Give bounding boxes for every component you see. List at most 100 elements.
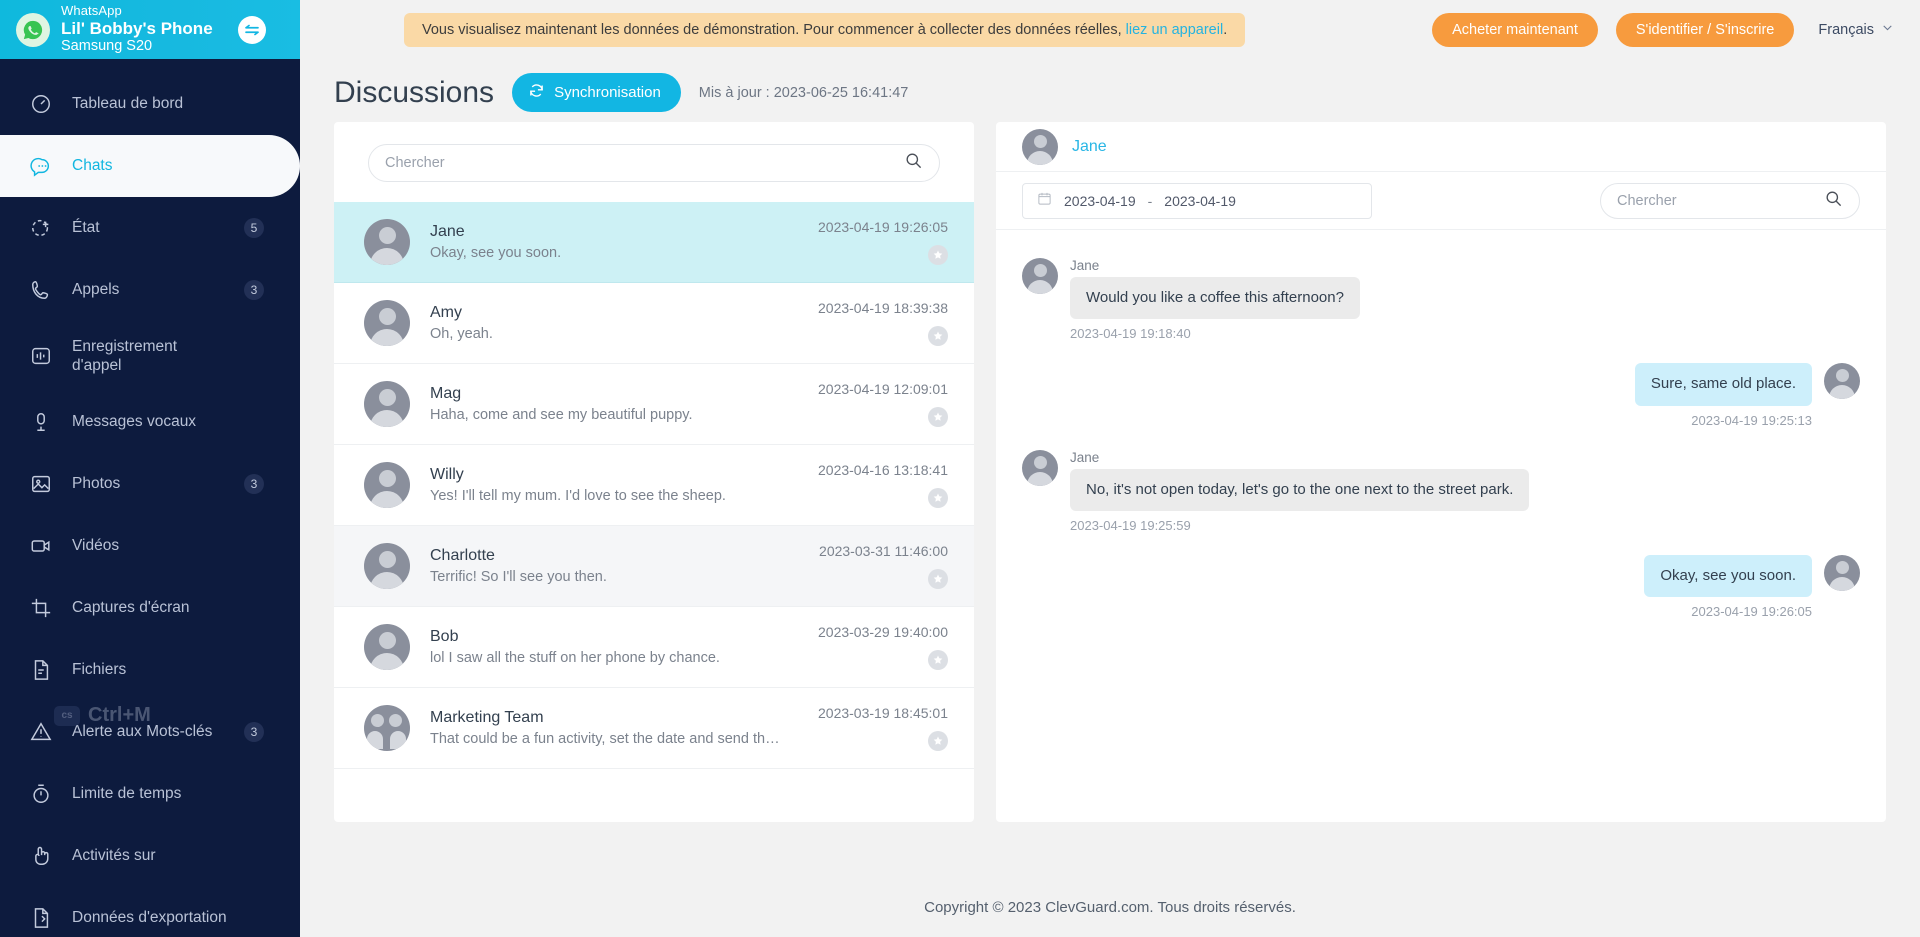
message-timestamp: 2023-04-19 19:18:40 bbox=[1070, 326, 1191, 342]
screenshot-icon bbox=[28, 595, 54, 621]
sidebar-item-etat[interactable]: État 5 bbox=[0, 197, 300, 259]
page-header: Discussions Synchronisation Mis à jour :… bbox=[300, 59, 1920, 122]
timestamp: 2023-04-19 18:39:38 bbox=[818, 300, 948, 316]
message-bubble: Would you like a coffee this afternoon? bbox=[1070, 277, 1360, 320]
stopwatch-icon bbox=[28, 781, 54, 807]
avatar bbox=[364, 624, 410, 670]
chat-list-search-box[interactable] bbox=[368, 144, 940, 182]
search-input[interactable] bbox=[385, 155, 904, 171]
sidebar-item-donnees-dexportation[interactable]: Données d'exportation bbox=[0, 887, 300, 937]
phone-icon bbox=[28, 277, 54, 303]
language-selector[interactable]: Français bbox=[1818, 21, 1894, 38]
star-icon[interactable] bbox=[928, 650, 948, 670]
link-device-link[interactable]: liez un appareil bbox=[1126, 22, 1224, 38]
sidebar-item-label: Données d'exportation bbox=[72, 909, 227, 927]
search-input[interactable] bbox=[1617, 192, 1824, 209]
table-row[interactable]: Willy Yes! I'll tell my mum. I'd love to… bbox=[334, 445, 974, 526]
sidebar-item-tableau-de-bord[interactable]: Tableau de bord bbox=[0, 73, 300, 135]
chevron-down-icon bbox=[1881, 21, 1894, 38]
buy-now-button[interactable]: Acheter maintenant bbox=[1432, 12, 1598, 47]
avatar bbox=[364, 219, 410, 265]
sync-icon bbox=[528, 82, 545, 103]
avatar bbox=[364, 543, 410, 589]
sidebar-item-chats[interactable]: Chats bbox=[0, 135, 300, 197]
sidebar-item-limite-de-temps[interactable]: Limite de temps bbox=[0, 763, 300, 825]
sidebar-item-label: Enregistrement d'appel bbox=[72, 337, 178, 374]
table-row[interactable]: Mag Haha, come and see my beautiful pupp… bbox=[334, 364, 974, 445]
last-message: Terrific! So I'll see you then. bbox=[430, 569, 607, 585]
chat-list-panel: Jane Okay, see you soon. 2023-04-19 19:2… bbox=[334, 122, 974, 822]
sidebar-item-messages-vocaux[interactable]: Messages vocaux bbox=[0, 391, 300, 453]
last-message: Oh, yeah. bbox=[430, 326, 493, 342]
timestamp: 2023-03-31 11:46:00 bbox=[819, 543, 948, 559]
sidebar-item-appels[interactable]: Appels 3 bbox=[0, 259, 300, 321]
star-icon[interactable] bbox=[928, 488, 948, 508]
sidebar-item-alerte-aux-mots-cles[interactable]: Alerte aux Mots-clés 3 bbox=[0, 701, 300, 763]
copyright-text: Copyright © 2023 ClevGuard.com. Tous dro… bbox=[924, 898, 1296, 916]
message-body: Jane Would you like a coffee this aftern… bbox=[1070, 258, 1360, 341]
star-icon[interactable] bbox=[928, 569, 948, 589]
sidebar-item-captures-decran[interactable]: Captures d'écran bbox=[0, 577, 300, 639]
contact-name: Amy bbox=[430, 304, 462, 321]
conversation-panel: Jane 2023-04-19 - 2023-04-19 Chercher Ja… bbox=[996, 122, 1886, 822]
sidebar-item-label: Photos bbox=[72, 475, 121, 493]
row-meta: 2023-03-31 11:46:00 bbox=[819, 543, 948, 589]
avatar bbox=[364, 705, 410, 751]
top-bar: Vous visualisez maintenant les données d… bbox=[300, 0, 1920, 59]
sidebar: WhatsApp Lil' Bobby's Phone Samsung S20 … bbox=[0, 0, 300, 937]
table-row[interactable]: Charlotte Terrific! So I'll see you then… bbox=[334, 526, 974, 607]
message-sender: Jane bbox=[1070, 449, 1100, 465]
table-row[interactable]: Jane Okay, see you soon. 2023-04-19 19:2… bbox=[334, 202, 974, 283]
avatar bbox=[1022, 449, 1058, 486]
microphone-icon bbox=[28, 409, 54, 435]
chat-list-search-wrapper bbox=[334, 122, 974, 202]
last-message: Yes! I'll tell my mum. I'd love to see t… bbox=[430, 488, 726, 504]
star-icon[interactable] bbox=[928, 731, 948, 751]
sidebar-item-videos[interactable]: Vidéos bbox=[0, 515, 300, 577]
search-icon[interactable] bbox=[1824, 189, 1843, 213]
calendar-icon bbox=[1037, 191, 1052, 211]
sidebar-item-activites-sur[interactable]: Activités sur bbox=[0, 825, 300, 887]
date-range-picker[interactable]: 2023-04-19 - 2023-04-19 bbox=[1022, 182, 1372, 219]
sidebar-item-fichiers[interactable]: Fichiers bbox=[0, 639, 300, 701]
sidebar-item-label: Alerte aux Mots-clés bbox=[72, 723, 213, 741]
last-message: That could be a fun activity, set the da… bbox=[430, 731, 780, 747]
language-label: Français bbox=[1818, 21, 1874, 38]
export-icon bbox=[28, 905, 54, 931]
star-icon[interactable] bbox=[928, 407, 948, 427]
table-row[interactable]: Bob lol I saw all the stuff on her phone… bbox=[334, 607, 974, 688]
row-content: Charlotte Terrific! So I'll see you then… bbox=[430, 547, 819, 585]
avatar bbox=[364, 381, 410, 427]
page-title: Discussions bbox=[334, 75, 495, 109]
row-content: Willy Yes! I'll tell my mum. I'd love to… bbox=[430, 466, 818, 504]
message-outgoing: Sure, same old place. 2023-04-19 19:25:1… bbox=[1022, 363, 1860, 428]
whatsapp-icon bbox=[16, 12, 50, 47]
sync-button[interactable]: Synchronisation bbox=[512, 73, 681, 112]
sidebar-item-photos[interactable]: Photos 3 bbox=[0, 453, 300, 515]
row-meta: 2023-04-19 18:39:38 bbox=[818, 300, 948, 346]
sidebar-item-enregistrement-dappel[interactable]: Enregistrement d'appel bbox=[0, 321, 300, 391]
video-icon bbox=[28, 533, 54, 559]
conversation-search-box[interactable] bbox=[1600, 182, 1860, 219]
conversation-filters: 2023-04-19 - 2023-04-19 bbox=[996, 172, 1886, 230]
contact-name: Marketing Team bbox=[430, 709, 544, 726]
sidebar-item-label: Messages vocaux bbox=[72, 413, 197, 431]
star-icon[interactable] bbox=[928, 326, 948, 346]
message-timestamp: 2023-04-19 19:25:59 bbox=[1070, 517, 1191, 533]
contact-name: Jane bbox=[430, 223, 465, 240]
sidebar-item-label: Tableau de bord bbox=[72, 95, 184, 113]
table-row[interactable]: Amy Oh, yeah. 2023-04-19 18:39:38 bbox=[334, 283, 974, 364]
sidebar-item-label: Fichiers bbox=[72, 661, 127, 679]
switch-device-icon[interactable] bbox=[238, 15, 266, 44]
search-icon[interactable] bbox=[904, 151, 923, 175]
brand-app-name: WhatsApp bbox=[61, 3, 122, 19]
table-row[interactable]: Marketing Team That could be a fun activ… bbox=[334, 688, 974, 769]
sidebar-nav: Tableau de bord Chats État 5 Appels 3 En… bbox=[0, 59, 300, 937]
star-icon[interactable] bbox=[928, 245, 948, 265]
brand-header: WhatsApp Lil' Bobby's Phone Samsung S20 bbox=[0, 0, 300, 59]
sign-in-button[interactable]: S'identifier / S'inscrire bbox=[1615, 12, 1795, 47]
last-message: Okay, see you soon. bbox=[430, 245, 562, 261]
status-badge: 3 bbox=[244, 474, 264, 494]
row-meta: 2023-04-19 12:09:01 bbox=[818, 381, 948, 427]
contact-name: Willy bbox=[430, 466, 464, 483]
